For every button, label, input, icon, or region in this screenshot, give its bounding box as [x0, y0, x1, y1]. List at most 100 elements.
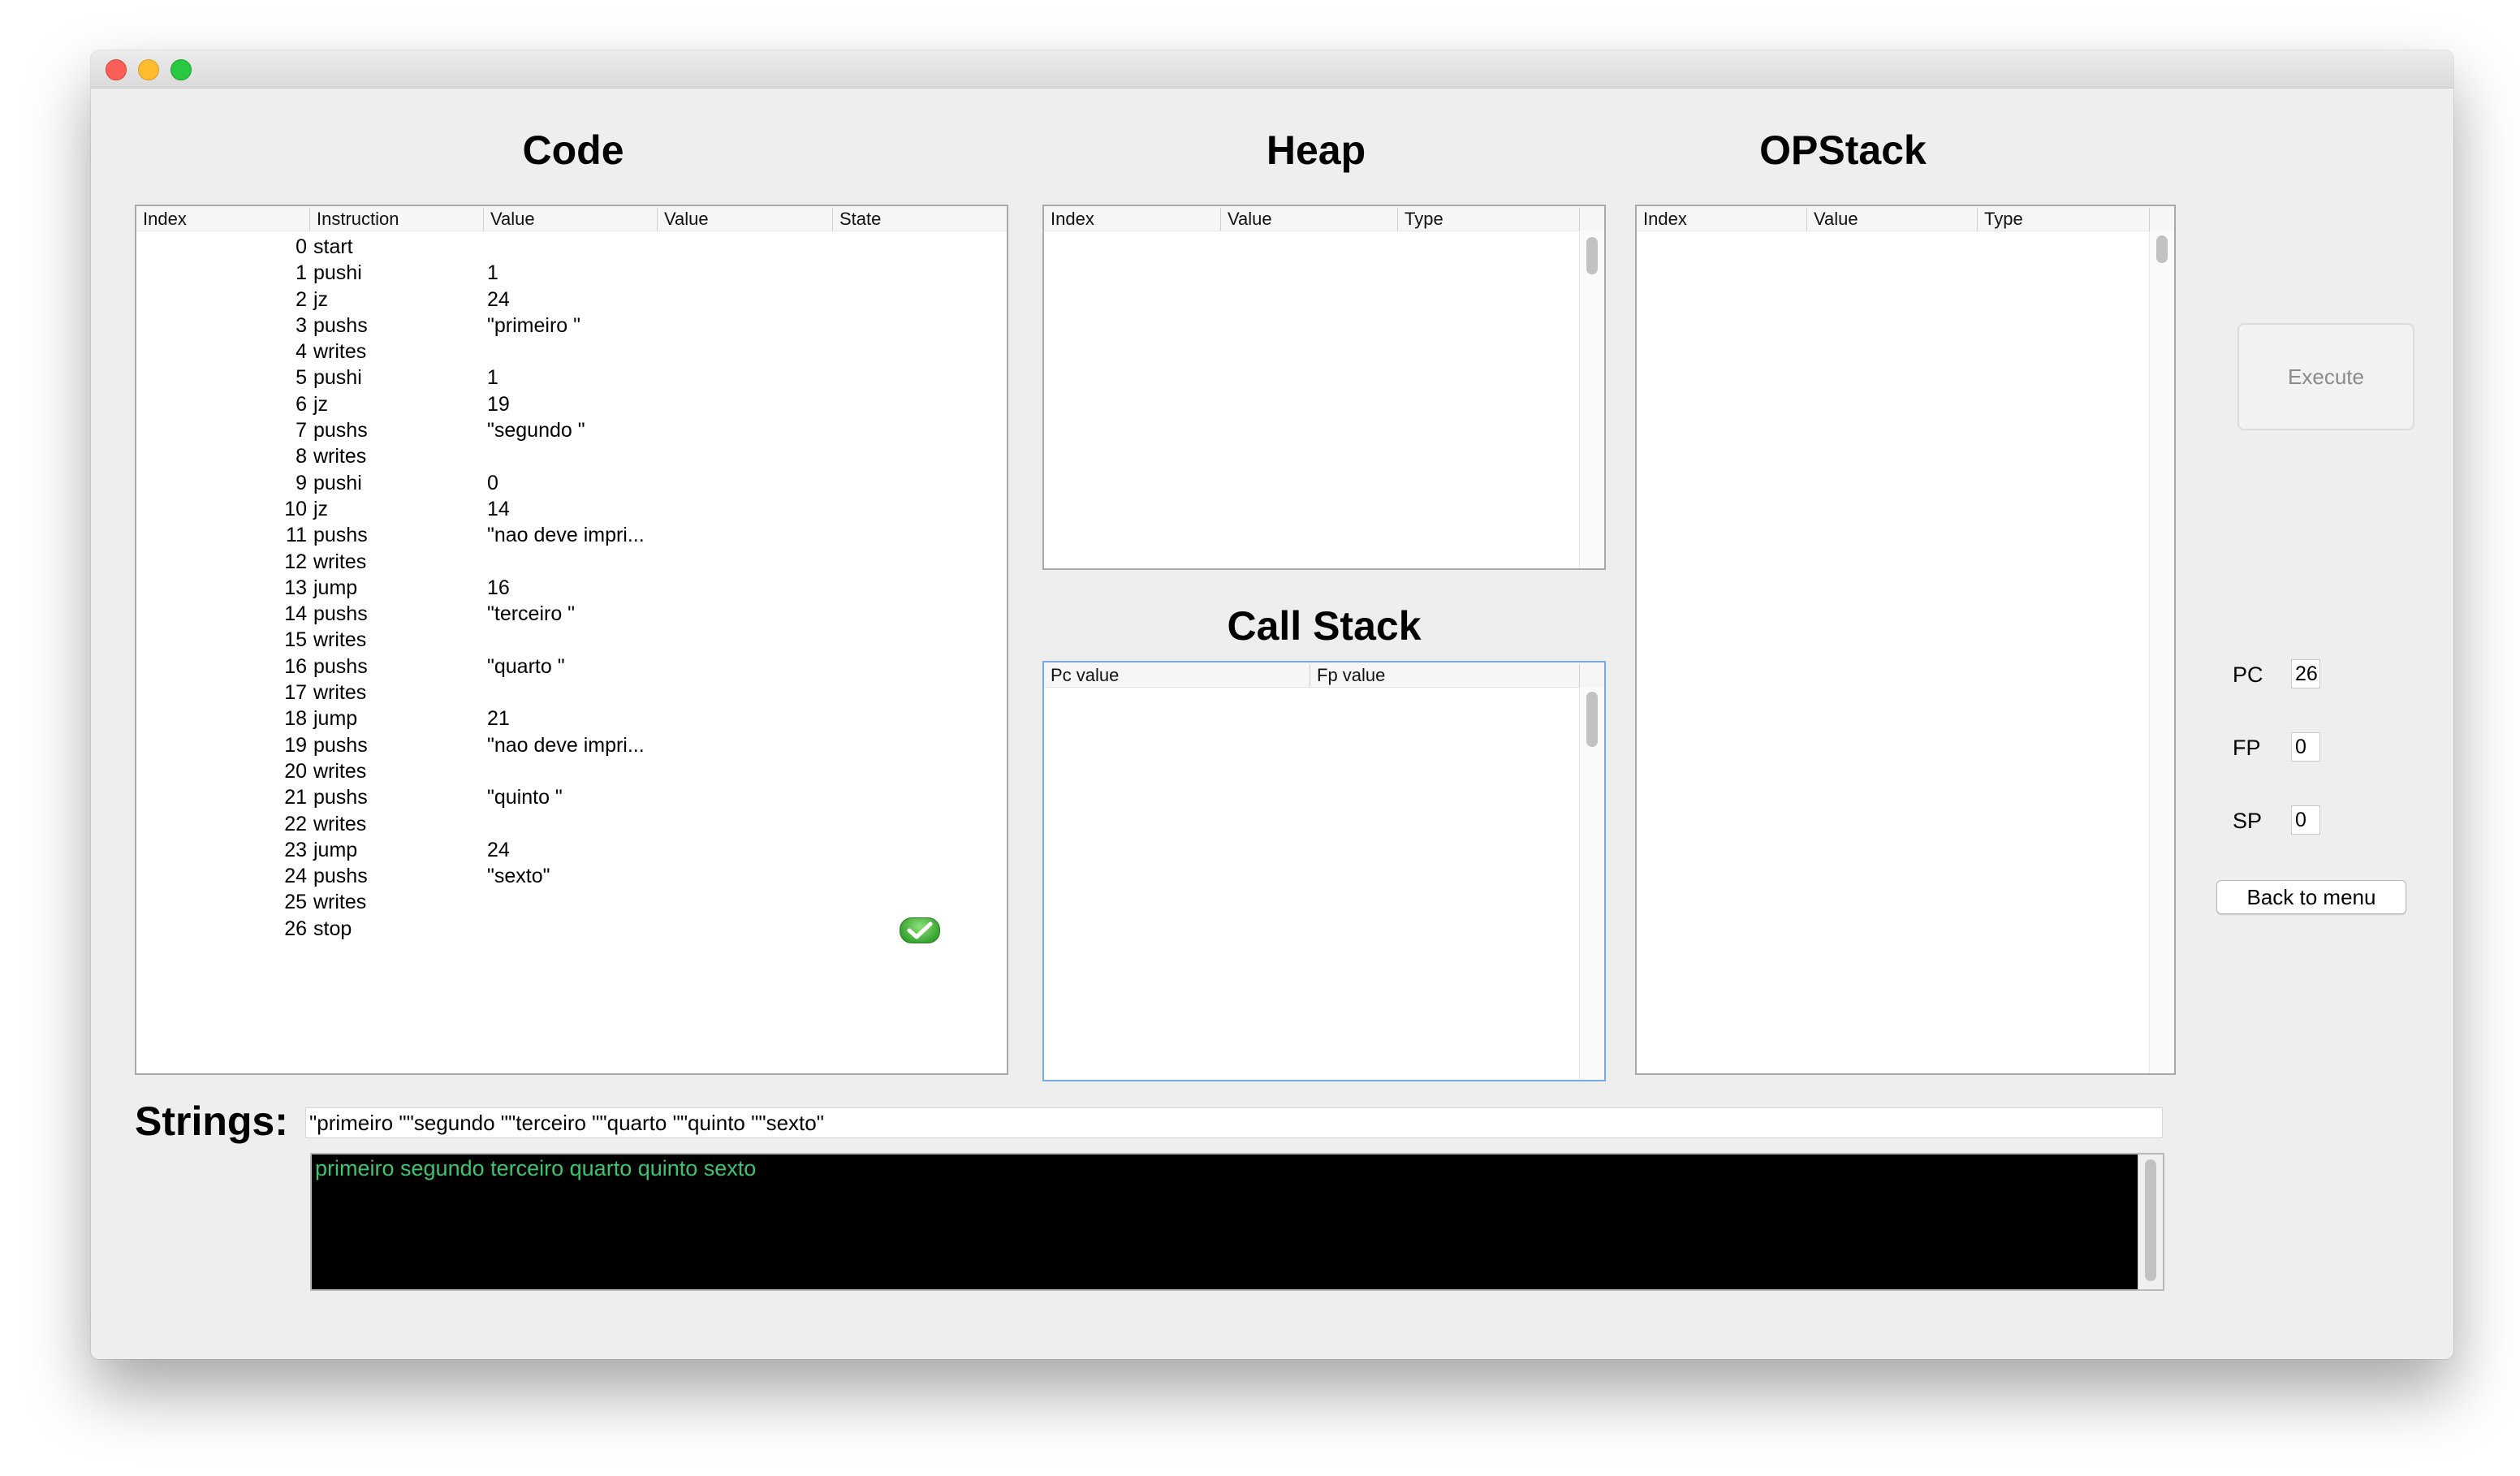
- output-console[interactable]: primeiro segundo terceiro quarto quinto …: [310, 1153, 2164, 1291]
- opstack-header-index[interactable]: Index: [1637, 208, 1807, 231]
- row-instruction: jump: [313, 707, 358, 731]
- opstack-scroll-thumb[interactable]: [2156, 235, 2168, 263]
- row-instruction: start: [313, 235, 353, 258]
- table-row[interactable]: 10 jz 14: [136, 496, 1007, 522]
- maximize-window-button[interactable]: [170, 59, 192, 80]
- table-row[interactable]: 25 writes: [136, 889, 1007, 915]
- callstack-header-fp[interactable]: Fp value: [1310, 664, 1580, 687]
- row-index: 20: [284, 759, 307, 783]
- callstack-scrollbar[interactable]: [1579, 687, 1604, 1080]
- code-header-value[interactable]: Value: [484, 208, 658, 231]
- table-row[interactable]: 16 pushs "quarto ": [136, 654, 1007, 680]
- row-instruction: pushs: [313, 733, 368, 757]
- callstack-title: Call Stack: [1227, 603, 1422, 649]
- code-header-index[interactable]: Index: [136, 208, 310, 231]
- console-scrollbar[interactable]: [2138, 1154, 2163, 1289]
- title-bar: [91, 50, 2453, 88]
- sp-field[interactable]: 0: [2291, 805, 2320, 835]
- row-index: 13: [284, 576, 307, 599]
- table-row[interactable]: 0 start: [136, 234, 1007, 260]
- close-window-button[interactable]: [106, 59, 127, 80]
- table-row[interactable]: 24 pushs "sexto": [136, 863, 1007, 889]
- code-header-value-2[interactable]: Value: [658, 208, 833, 231]
- row-instruction: pushi: [313, 261, 362, 285]
- table-row[interactable]: 12 writes: [136, 549, 1007, 575]
- opstack-table[interactable]: Index Value Type: [1635, 205, 2176, 1075]
- table-row[interactable]: 22 writes: [136, 811, 1007, 837]
- heap-title: Heap: [1266, 127, 1366, 173]
- table-row[interactable]: 14 pushs "terceiro ": [136, 601, 1007, 627]
- heap-scrollbar[interactable]: [1579, 231, 1604, 568]
- row-instruction: pushs: [313, 524, 368, 547]
- row-value: "quinto ": [487, 786, 563, 809]
- row-value: "sexto": [487, 865, 550, 888]
- table-row[interactable]: 19 pushs "nao deve impri...: [136, 732, 1007, 758]
- code-title: Code: [522, 127, 624, 173]
- table-row[interactable]: 4 writes: [136, 339, 1007, 365]
- check-icon: [900, 917, 940, 943]
- console-output-text: primeiro segundo terceiro quarto quinto …: [315, 1156, 757, 1180]
- row-index: 18: [284, 707, 307, 731]
- row-instruction: writes: [313, 445, 367, 468]
- opstack-scrollbar[interactable]: [2149, 231, 2174, 1073]
- table-row[interactable]: 6 jz 19: [136, 391, 1007, 417]
- row-index: 9: [296, 471, 307, 494]
- table-row[interactable]: 17 writes: [136, 680, 1007, 706]
- opstack-header-type[interactable]: Type: [1978, 208, 2150, 231]
- row-instruction: pushi: [313, 471, 362, 494]
- execute-button[interactable]: Execute: [2237, 323, 2414, 430]
- table-row[interactable]: 20 writes: [136, 758, 1007, 784]
- minimize-window-button[interactable]: [138, 59, 159, 80]
- row-instruction: writes: [313, 628, 367, 652]
- strings-field[interactable]: "primeiro ""segundo ""terceiro ""quarto …: [305, 1107, 2163, 1138]
- back-to-menu-button[interactable]: Back to menu: [2216, 880, 2406, 914]
- table-row[interactable]: 15 writes: [136, 627, 1007, 653]
- table-row[interactable]: 13 jump 16: [136, 575, 1007, 601]
- table-row[interactable]: 11 pushs "nao deve impri...: [136, 522, 1007, 548]
- console-scroll-thumb[interactable]: [2145, 1159, 2156, 1281]
- table-row[interactable]: 5 pushi 1: [136, 365, 1007, 391]
- heap-scroll-thumb[interactable]: [1586, 237, 1598, 274]
- heap-header-index[interactable]: Index: [1044, 208, 1221, 231]
- row-instruction: writes: [313, 759, 367, 783]
- row-index: 5: [296, 366, 307, 390]
- table-row[interactable]: 2 jz 24: [136, 287, 1007, 313]
- row-value: 14: [487, 497, 510, 520]
- row-instruction: jump: [313, 838, 358, 861]
- table-row[interactable]: 23 jump 24: [136, 837, 1007, 863]
- row-instruction: writes: [313, 812, 367, 835]
- row-index: 14: [284, 602, 307, 626]
- table-row[interactable]: 1 pushi 1: [136, 260, 1007, 286]
- row-index: 23: [284, 838, 307, 861]
- fp-field[interactable]: 0: [2291, 732, 2320, 762]
- code-header-state[interactable]: State: [833, 208, 1007, 231]
- row-index: 25: [284, 891, 307, 914]
- pc-field[interactable]: 26: [2291, 659, 2320, 688]
- heap-header-value[interactable]: Value: [1221, 208, 1398, 231]
- row-value: 16: [487, 576, 510, 599]
- table-row[interactable]: 8 writes: [136, 443, 1007, 469]
- row-value: "nao deve impri...: [487, 524, 645, 547]
- row-index: 11: [286, 524, 307, 547]
- heap-header-type[interactable]: Type: [1398, 208, 1580, 231]
- code-table[interactable]: Index Instruction Value Value State 0 sta…: [135, 205, 1008, 1075]
- row-index: 26: [284, 917, 307, 940]
- table-row[interactable]: 9 pushi 0: [136, 470, 1007, 496]
- row-instruction: writes: [313, 891, 367, 914]
- opstack-header-value[interactable]: Value: [1807, 208, 1978, 231]
- table-row[interactable]: 26 stop: [136, 916, 1007, 943]
- table-row[interactable]: 7 pushs "segundo ": [136, 417, 1007, 443]
- main-window: Code Heap OPStack Call Stack Index Instr…: [91, 50, 2453, 1359]
- row-value: "nao deve impri...: [487, 733, 645, 757]
- table-row[interactable]: 21 pushs "quinto ": [136, 784, 1007, 810]
- callstack-table[interactable]: Pc value Fp value: [1042, 661, 1606, 1081]
- row-index: 15: [284, 628, 307, 652]
- row-instruction: pushs: [313, 419, 368, 442]
- table-row[interactable]: 3 pushs "primeiro ": [136, 313, 1007, 339]
- code-header-instruction[interactable]: Instruction: [310, 208, 484, 231]
- callstack-header-pc[interactable]: Pc value: [1044, 664, 1310, 687]
- callstack-scroll-thumb[interactable]: [1586, 692, 1598, 747]
- code-table-body: 0 start 1 pushi 1 2 jz 24 3 pushs "primeiro " 4 writ…: [136, 234, 1007, 943]
- table-row[interactable]: 18 jump 21: [136, 706, 1007, 732]
- heap-table[interactable]: Index Value Type: [1042, 205, 1606, 570]
